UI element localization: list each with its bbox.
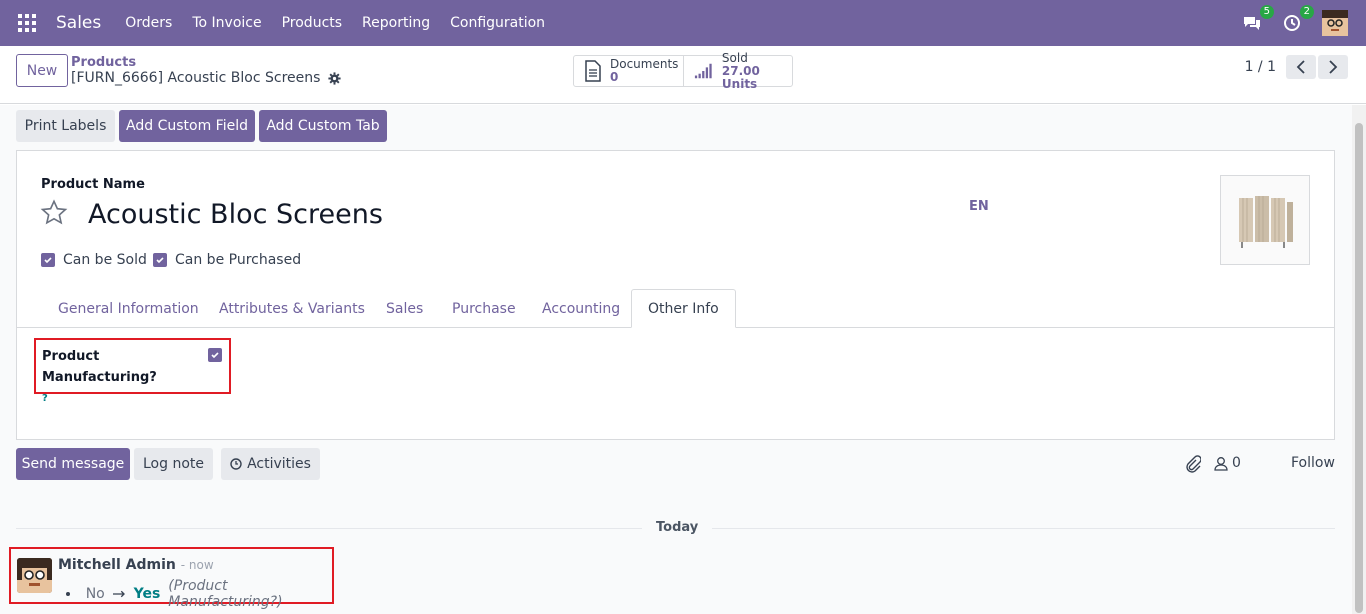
product-name-input[interactable]: Acoustic Bloc Screens	[88, 199, 383, 230]
checkbox-checked-icon	[153, 253, 167, 267]
tab-general-information[interactable]: General Information	[42, 289, 215, 328]
pager-next-button[interactable]	[1318, 55, 1348, 79]
new-button[interactable]: New	[16, 54, 68, 87]
top-navbar: Sales Orders To Invoice Products Reporti…	[0, 0, 1366, 46]
can-be-sold-label: Can be Sold	[63, 252, 147, 268]
documents-value: 0	[610, 70, 619, 84]
log-note-button[interactable]: Log note	[134, 448, 213, 480]
nav-configuration[interactable]: Configuration	[450, 15, 545, 31]
documents-label: Documents	[610, 57, 679, 71]
message-time: - now	[180, 558, 214, 572]
checkbox-checked-icon	[41, 253, 55, 267]
product-name-label: Product Name	[41, 177, 145, 192]
product-manufacturing-label: Product Manufacturing? ?	[42, 346, 162, 409]
breadcrumb-current: [FURN_6666] Acoustic Bloc Screens	[71, 70, 342, 86]
send-message-button[interactable]: Send message	[16, 448, 130, 480]
can-be-purchased-checkbox[interactable]: Can be Purchased	[153, 252, 301, 268]
message-author[interactable]: Mitchell Admin - now	[58, 557, 214, 573]
tab-accounting[interactable]: Accounting	[526, 289, 636, 328]
print-labels-button[interactable]: Print Labels	[16, 110, 115, 142]
messages-badge: 5	[1259, 5, 1274, 19]
followers-count: 0	[1232, 455, 1241, 471]
bar-chart-icon	[694, 63, 712, 79]
chevron-left-icon	[1296, 60, 1305, 74]
bullet-icon	[66, 592, 70, 596]
pager-previous-button[interactable]	[1286, 55, 1316, 79]
help-tooltip-icon[interactable]: ?	[42, 393, 48, 404]
chatter-message: Mitchell Admin - now No Yes (Product Man…	[9, 547, 334, 610]
follow-button[interactable]: Follow	[1291, 455, 1335, 471]
control-panel: New Products [FURN_6666] Acoustic Bloc S…	[0, 46, 1366, 104]
sold-label: Sold	[721, 50, 748, 65]
can-be-sold-checkbox[interactable]: Can be Sold	[41, 252, 147, 268]
vertical-scrollbar[interactable]	[1352, 105, 1366, 614]
tracked-field-name: (Product Manufacturing?)	[168, 578, 283, 610]
activities-button[interactable]: Activities	[221, 448, 320, 480]
breadcrumb-products[interactable]: Products	[71, 55, 136, 70]
tab-other-info[interactable]: Other Info	[631, 289, 736, 328]
document-icon	[585, 60, 601, 82]
product-manufacturing-checkbox[interactable]	[208, 348, 222, 362]
new-value: Yes	[133, 586, 161, 602]
product-image[interactable]	[1220, 175, 1310, 265]
message-author-name: Mitchell Admin	[58, 557, 176, 573]
activities-clock-icon[interactable]: 2	[1282, 5, 1314, 33]
language-toggle[interactable]: EN	[969, 199, 989, 214]
breadcrumb-current-label: [FURN_6666] Acoustic Bloc Screens	[71, 70, 321, 86]
tab-attributes-variants[interactable]: Attributes & Variants	[203, 289, 381, 328]
star-icon[interactable]	[40, 199, 68, 227]
attachments-button[interactable]	[1185, 455, 1201, 473]
date-separator-label: Today	[642, 520, 713, 535]
chevron-right-icon	[1329, 60, 1338, 74]
app-name[interactable]: Sales	[56, 13, 101, 33]
user-avatar[interactable]	[1322, 10, 1348, 36]
sold-smart-button[interactable]: Sold 27.00 Units	[683, 50, 793, 90]
followers-button[interactable]: 0	[1214, 455, 1241, 471]
sold-value: 27.00 Units	[721, 63, 760, 91]
gear-icon[interactable]	[328, 71, 342, 85]
arrow-right-icon	[112, 590, 125, 598]
old-value: No	[85, 586, 105, 602]
documents-smart-button[interactable]: Documents 0	[573, 55, 684, 87]
user-icon	[1214, 456, 1228, 471]
tab-sales[interactable]: Sales	[370, 289, 439, 328]
nav-orders[interactable]: Orders	[125, 15, 172, 31]
notebook-tabs: General Information Attributes & Variant…	[17, 289, 1334, 328]
form-sheet: Product Name Acoustic Bloc Screens EN Ca…	[16, 150, 1335, 440]
apps-menu-icon[interactable]	[18, 14, 36, 32]
paperclip-icon	[1186, 455, 1201, 473]
product-manufacturing-text: Product Manufacturing?	[42, 349, 157, 385]
product-manufacturing-field: Product Manufacturing? ?	[34, 338, 231, 404]
tab-purchase[interactable]: Purchase	[436, 289, 532, 328]
tracking-value: No Yes (Product Manufacturing?)	[66, 578, 332, 610]
activities-label: Activities	[247, 456, 311, 472]
can-be-purchased-label: Can be Purchased	[175, 252, 302, 268]
messages-icon[interactable]: 5	[1242, 5, 1274, 33]
nav-to-invoice[interactable]: To Invoice	[192, 15, 261, 31]
add-custom-field-button[interactable]: Add Custom Field	[119, 110, 255, 142]
clock-icon	[230, 458, 242, 470]
pager-value[interactable]: 1 / 1	[1245, 59, 1276, 75]
nav-reporting[interactable]: Reporting	[362, 15, 430, 31]
activities-badge: 2	[1299, 5, 1314, 19]
avatar[interactable]	[17, 558, 52, 593]
add-custom-tab-button[interactable]: Add Custom Tab	[259, 110, 387, 142]
nav-products[interactable]: Products	[282, 15, 342, 31]
